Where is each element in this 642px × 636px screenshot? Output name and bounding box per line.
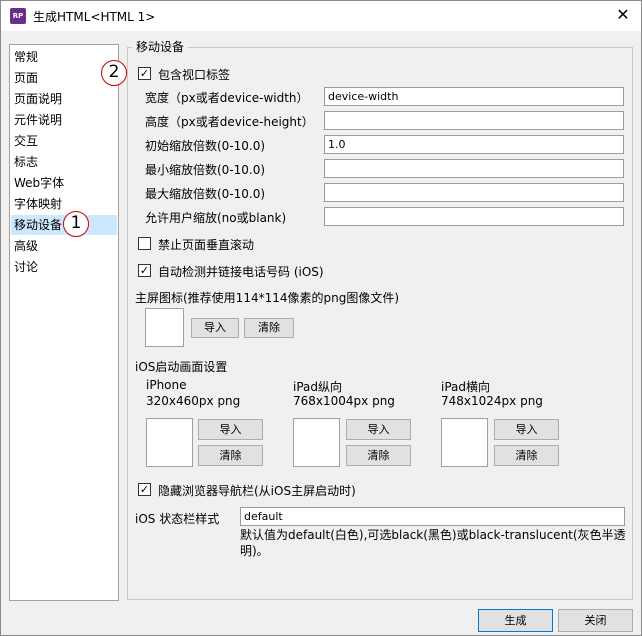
nav-item-discussion[interactable]: 讨论: [11, 257, 117, 277]
title-bar: RP 生成HTML<HTML 1> ✕: [1, 1, 641, 31]
iphone-label: iPhone: [146, 378, 187, 392]
ios-splash-label: iOS启动画面设置: [135, 360, 228, 374]
home-icon-import-button[interactable]: 导入: [191, 318, 239, 338]
disable-scroll-label: 禁止页面垂直滚动: [158, 238, 255, 252]
width-label: 宽度（px或者device-width）: [145, 91, 309, 105]
max-scale-input[interactable]: [324, 183, 624, 202]
max-scale-label: 最大缩放倍数(0-10.0): [145, 187, 266, 201]
home-icon-label: 主屏图标(推荐使用114*114像素的png图像文件): [135, 291, 400, 305]
iphone-size: 320x460px png: [146, 394, 241, 408]
user-scalable-input[interactable]: [324, 207, 624, 226]
axure-app-icon: RP: [10, 8, 26, 24]
height-input[interactable]: [324, 111, 624, 130]
initial-scale-input[interactable]: 1.0: [324, 135, 624, 154]
status-bar-hint-line1: 默认值为default(白色),可选black(黑色)或black-transl…: [240, 528, 626, 542]
category-list: 常规 页面 页面说明 元件说明 交互 标志 Web字体 字体映射 移动设备 高级…: [9, 44, 119, 601]
detect-phone-checkbox[interactable]: ✓: [138, 264, 151, 277]
close-icon[interactable]: ✕: [613, 5, 633, 25]
ipad-portrait-label: iPad纵向: [293, 380, 343, 394]
hide-nav-checkbox[interactable]: ✓: [138, 483, 151, 496]
ipad-portrait-size: 768x1004px png: [293, 394, 395, 408]
window-title: 生成HTML<HTML 1>: [33, 10, 156, 24]
min-scale-input[interactable]: [324, 159, 624, 178]
annotation-marker-2: 2: [101, 60, 127, 86]
nav-item-page-notes[interactable]: 页面说明: [11, 89, 117, 109]
check-icon: ✓: [139, 264, 150, 277]
generate-button[interactable]: 生成: [478, 609, 553, 632]
viewport-checkbox[interactable]: ✓: [138, 67, 151, 80]
ipad-landscape-size: 748x1024px png: [441, 394, 543, 408]
user-scalable-label: 允许用户缩放(no或blank): [145, 211, 287, 225]
detect-phone-label: 自动检测并链接电话号码 (iOS): [158, 265, 324, 279]
ipad-landscape-splash-preview: [441, 418, 488, 467]
iphone-splash-preview: [146, 418, 193, 467]
nav-item-interactions[interactable]: 交互: [11, 131, 117, 151]
ipad-landscape-label: iPad横向: [441, 380, 491, 394]
check-icon: ✓: [139, 67, 150, 80]
min-scale-label: 最小缩放倍数(0-10.0): [145, 163, 266, 177]
dialog-window: RP 生成HTML<HTML 1> ✕ 常规 页面 页面说明 元件说明 交互 标…: [0, 0, 642, 636]
disable-scroll-checkbox[interactable]: [138, 237, 151, 250]
status-bar-hint-line2: 明)。: [240, 544, 269, 558]
check-icon: ✓: [139, 483, 150, 496]
group-title: 移动设备: [132, 38, 189, 55]
iphone-import-button[interactable]: 导入: [198, 419, 263, 440]
home-icon-clear-button[interactable]: 清除: [244, 318, 294, 338]
initial-scale-label: 初始缩放倍数(0-10.0): [145, 139, 266, 153]
status-bar-label: iOS 状态栏样式: [135, 512, 220, 526]
ipad-portrait-import-button[interactable]: 导入: [346, 419, 411, 440]
nav-item-advanced[interactable]: 高级: [11, 236, 117, 256]
iphone-clear-button[interactable]: 清除: [198, 445, 263, 466]
status-bar-input[interactable]: default: [240, 507, 625, 526]
ipad-landscape-clear-button[interactable]: 清除: [494, 445, 559, 466]
nav-item-general[interactable]: 常规: [11, 47, 117, 67]
height-label: 高度（px或者device-height）: [145, 115, 314, 129]
nav-item-widget-notes[interactable]: 元件说明: [11, 110, 117, 130]
hide-nav-label: 隐藏浏览器导航栏(从iOS主屏启动时): [158, 484, 356, 498]
close-button[interactable]: 关闭: [558, 609, 633, 632]
ipad-portrait-clear-button[interactable]: 清除: [346, 445, 411, 466]
ipad-portrait-splash-preview: [293, 418, 340, 467]
nav-item-font-mapping[interactable]: 字体映射: [11, 194, 117, 214]
nav-item-web-fonts[interactable]: Web字体: [11, 173, 117, 193]
width-input[interactable]: device-width: [324, 87, 624, 106]
nav-item-logo[interactable]: 标志: [11, 152, 117, 172]
annotation-marker-1: 1: [63, 211, 89, 237]
ipad-landscape-import-button[interactable]: 导入: [494, 419, 559, 440]
viewport-checkbox-label: 包含视口标签: [158, 68, 231, 82]
home-icon-preview: [145, 308, 184, 347]
